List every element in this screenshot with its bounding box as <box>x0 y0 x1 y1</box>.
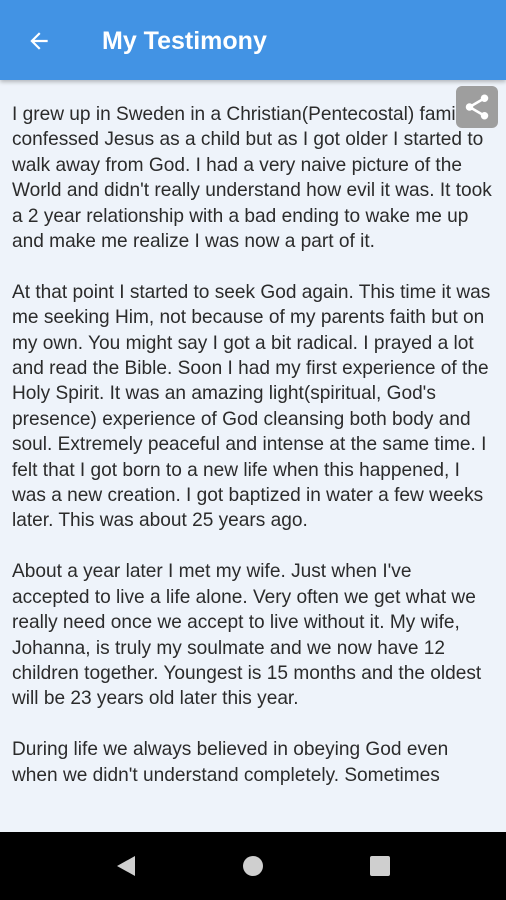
testimony-article: I grew up in Sweden in a Christian(Pente… <box>12 102 494 813</box>
paragraph: About a year later I met my wife. Just w… <box>12 561 482 710</box>
share-icon <box>465 94 489 120</box>
page-title: My Testimony <box>102 27 267 55</box>
app-bar: My Testimony <box>0 0 506 80</box>
nav-home-icon <box>243 856 263 876</box>
nav-recents-icon <box>370 856 390 876</box>
nav-recents-button[interactable] <box>360 846 400 886</box>
back-button[interactable] <box>22 24 56 58</box>
arrow-back-icon <box>30 32 48 50</box>
nav-back-icon <box>117 856 135 876</box>
testimony-content[interactable]: I grew up in Sweden in a Christian(Pente… <box>0 80 506 832</box>
paragraph: At that point I started to seek God agai… <box>12 281 491 532</box>
paragraph: During life we always believed in obeyin… <box>12 739 449 786</box>
nav-back-button[interactable] <box>106 846 146 886</box>
share-button[interactable] <box>456 86 498 128</box>
system-nav-bar <box>0 832 506 900</box>
paragraph: I grew up in Sweden in a Christian(Pente… <box>12 104 492 253</box>
nav-home-button[interactable] <box>233 846 273 886</box>
